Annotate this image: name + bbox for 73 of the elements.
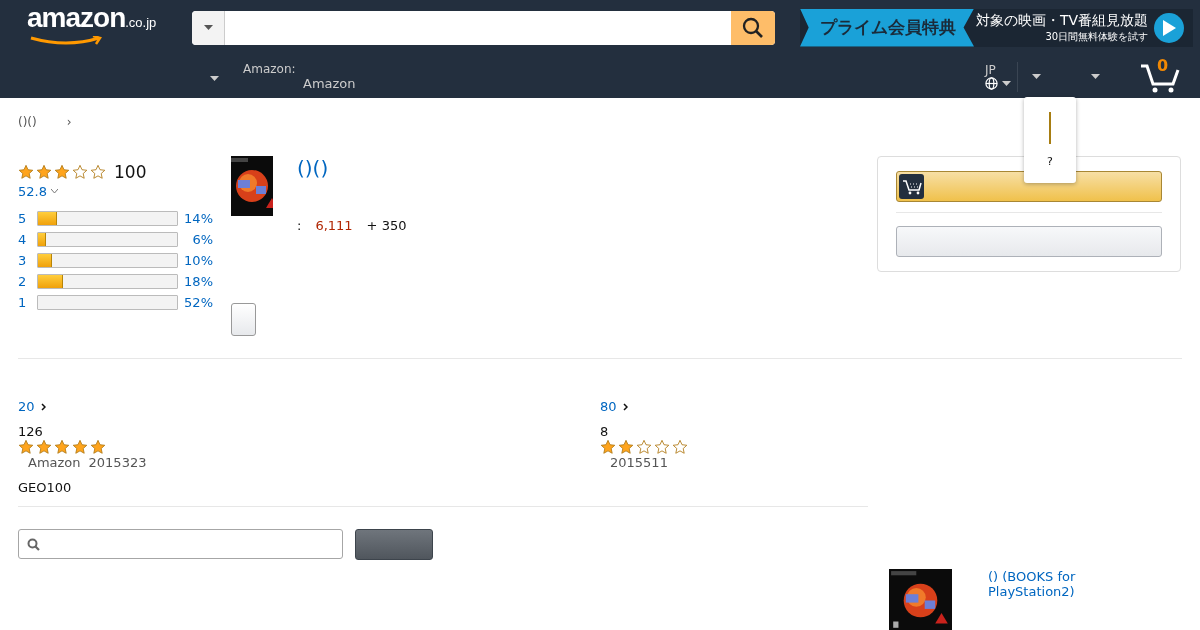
breadcrumb-link[interactable]: ()() <box>18 114 37 129</box>
play-icon <box>1162 19 1177 36</box>
rating-bar[interactable] <box>37 253 178 268</box>
star-icon <box>600 439 616 455</box>
star-icon <box>654 439 670 455</box>
star-icon <box>18 164 34 180</box>
average-rating-link[interactable]: 52.8 <box>18 184 47 199</box>
search-icon[interactable] <box>742 16 764 39</box>
rating-count: 100 <box>114 162 147 182</box>
star-icon <box>54 164 70 180</box>
reviews-link[interactable]: 20 <box>18 399 35 414</box>
chevron-icon <box>622 402 628 411</box>
star-icon <box>90 164 106 180</box>
chevron-icon <box>50 189 58 194</box>
star-icon <box>618 439 634 455</box>
cart-icon <box>901 177 922 196</box>
caret-icon <box>1032 74 1041 79</box>
star-level-link[interactable]: 1 <box>18 295 37 310</box>
rating-percent[interactable]: 52% <box>178 295 213 310</box>
deliver-label: Amazon: <box>243 62 296 76</box>
search-field[interactable] <box>192 10 775 45</box>
rating-bar[interactable] <box>37 211 178 226</box>
language-label[interactable]: JP <box>985 63 996 77</box>
star-icon <box>90 439 106 455</box>
rating-bar[interactable] <box>37 274 178 289</box>
review-meta: 2015511 <box>610 455 668 470</box>
cart-count: 0 <box>1157 55 1169 75</box>
rating-bar[interactable] <box>37 232 178 247</box>
globe-icon[interactable] <box>985 77 998 90</box>
rating-percent[interactable]: 6% <box>178 232 213 247</box>
star-level-link[interactable]: 2 <box>18 274 37 289</box>
rating-percent[interactable]: 10% <box>178 253 213 268</box>
price: 6,111 <box>315 218 353 233</box>
chevron-icon <box>40 402 46 411</box>
caret-icon <box>1091 74 1100 79</box>
review-body: GEO100 <box>18 480 73 495</box>
rating-percent[interactable]: 18% <box>178 274 213 289</box>
deliver-location[interactable]: Amazon <box>303 76 363 91</box>
rating-bar[interactable] <box>37 295 178 310</box>
logo[interactable]: amazon.co.jp <box>27 5 162 46</box>
review-title: 126 <box>18 424 44 439</box>
reviews-link[interactable]: 80 <box>600 399 617 414</box>
product-title[interactable]: ()() <box>297 156 407 180</box>
popover-text[interactable]: ? <box>1047 155 1053 168</box>
star-icon <box>36 439 52 455</box>
image-thumbnail-button[interactable] <box>231 303 256 336</box>
rating-percent[interactable]: 14% <box>178 211 213 226</box>
star-icon <box>54 439 70 455</box>
review-search-field[interactable] <box>18 529 343 559</box>
star-level-link[interactable]: 5 <box>18 211 37 226</box>
caret-icon <box>1002 81 1011 86</box>
review-meta: Amazon <box>28 455 81 470</box>
wishlist-button[interactable] <box>896 226 1162 257</box>
prime-banner[interactable]: プライム会員特典 対象の映画・TV番組見放題 30日間無料体験を試す <box>800 8 1193 47</box>
review-meta: 2015323 <box>88 455 147 470</box>
star-icon <box>18 439 34 455</box>
star-icon <box>72 164 88 180</box>
star-level-link[interactable]: 3 <box>18 253 37 268</box>
caret-icon <box>210 76 219 81</box>
related-product-link[interactable]: () (BOOKS for PlayStation2) <box>988 569 1108 630</box>
add-to-cart-button[interactable] <box>896 171 1162 202</box>
star-level-link[interactable]: 4 <box>18 232 37 247</box>
star-icon <box>672 439 688 455</box>
shipping-fee: + 350 <box>366 218 407 233</box>
price-label: : <box>297 218 302 233</box>
review-title: 8 <box>600 424 610 439</box>
caret-icon <box>203 25 213 30</box>
star-icon <box>36 164 52 180</box>
breadcrumb-separator: › <box>66 114 72 129</box>
star-icon <box>636 439 652 455</box>
search-icon <box>27 537 40 551</box>
search-button[interactable] <box>355 529 433 560</box>
star-icon <box>72 439 88 455</box>
